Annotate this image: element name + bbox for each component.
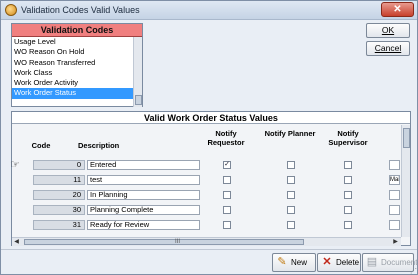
scroll-right-arrow-icon[interactable]: ▶ <box>391 238 400 246</box>
notify-supervisor-checkbox[interactable] <box>344 176 352 184</box>
list-item[interactable]: WO Reason On Hold <box>12 47 133 57</box>
delete-label: Delete <box>336 258 360 267</box>
cancel-label: Cancel <box>374 43 402 53</box>
extra-cell[interactable] <box>389 220 400 230</box>
new-label: New <box>291 258 308 267</box>
ok-button[interactable]: OK <box>366 23 410 38</box>
list-item[interactable]: Work Order Status <box>12 88 133 99</box>
table-row[interactable]: 31 Ready for Review <box>12 219 410 231</box>
scroll-thumb[interactable] <box>135 95 142 105</box>
code-cell: 11 <box>33 175 85 185</box>
description-cell[interactable]: Planning Complete <box>87 205 200 215</box>
list-item[interactable]: Usage Level <box>12 37 133 47</box>
resize-grip-icon[interactable]: ⋰ <box>410 267 417 275</box>
new-button[interactable]: ✎ New <box>272 253 316 272</box>
grid-horizontal-scrollbar[interactable]: ◀ III ▶ <box>12 237 401 246</box>
list-item[interactable]: Work Order Activity <box>12 78 133 88</box>
description-cell[interactable]: test <box>87 175 200 185</box>
column-header-code: Code <box>31 141 51 150</box>
window-title: Validation Codes Valid Values <box>21 5 140 15</box>
notify-planner-checkbox[interactable] <box>287 221 295 229</box>
extra-cell[interactable] <box>389 190 400 200</box>
close-button[interactable]: ✕ <box>381 2 414 17</box>
extra-cell[interactable]: Main <box>389 175 400 185</box>
valid-values-grid: Valid Work Order Status Values Code Desc… <box>10 111 411 246</box>
code-cell: 0 <box>33 160 85 170</box>
validation-codes-list[interactable]: Usage Level WO Reason On Hold WO Reason Tr… <box>12 37 133 107</box>
notify-planner-checkbox[interactable] <box>287 206 295 214</box>
ok-label: OK <box>381 25 395 35</box>
column-header-description: Description <box>78 141 120 150</box>
delete-button[interactable]: ✕ Delete <box>317 253 361 272</box>
grid-vertical-scrollbar[interactable] <box>401 125 410 237</box>
list-item[interactable]: Work Class <box>12 68 133 78</box>
notify-requestor-checkbox[interactable] <box>223 206 231 214</box>
validation-codes-scrollbar[interactable] <box>133 37 142 107</box>
notify-requestor-checkbox[interactable] <box>223 176 231 184</box>
validation-codes-panel: Validation Codes Usage Level WO Reason On… <box>11 23 143 107</box>
title-bar: Validation Codes Valid Values ✕ <box>1 1 417 20</box>
notify-planner-checkbox[interactable] <box>287 176 295 184</box>
column-header-notify-planner: Notify Planner <box>264 129 316 138</box>
validation-codes-header: Validation Codes <box>12 24 142 37</box>
code-cell: 20 <box>33 190 85 200</box>
new-record-icon: ✎ <box>277 256 287 268</box>
documents-button[interactable]: ▤ Documents <box>362 253 418 272</box>
notify-requestor-checkbox[interactable]: ✓ <box>223 161 231 169</box>
description-cell[interactable]: Ready for Review <box>87 220 200 230</box>
extra-cell[interactable] <box>389 205 400 215</box>
column-header-notify-supervisor: Notify Supervisor <box>328 129 368 147</box>
validation-codes-window: Validation Codes Valid Values ✕ Validati… <box>0 0 418 275</box>
document-icon: ▤ <box>366 256 378 268</box>
notify-requestor-checkbox[interactable] <box>223 191 231 199</box>
table-row[interactable]: 30 Planning Complete <box>12 204 410 216</box>
delete-x-icon: ✕ <box>322 256 332 268</box>
code-cell: 31 <box>33 220 85 230</box>
notify-supervisor-checkbox[interactable] <box>344 221 352 229</box>
table-row[interactable]: ☞ 0 Entered ✓ <box>10 159 410 171</box>
extra-cell[interactable] <box>389 160 400 170</box>
notify-planner-checkbox[interactable] <box>287 161 295 169</box>
notify-requestor-checkbox[interactable] <box>223 221 231 229</box>
list-item[interactable]: WO Reason Transferred <box>12 58 133 68</box>
scroll-grip: III <box>175 239 181 245</box>
notify-supervisor-checkbox[interactable] <box>344 191 352 199</box>
scroll-left-arrow-icon[interactable]: ◀ <box>12 238 21 246</box>
bottom-toolbar: ✎ New ✕ Delete ▤ Documents <box>1 249 418 274</box>
horizontal-scroll-thumb[interactable]: III <box>24 239 304 245</box>
notify-supervisor-checkbox[interactable] <box>344 206 352 214</box>
vertical-scroll-thumb[interactable] <box>403 128 410 148</box>
column-header-notify-requestor: Notify Requestor <box>207 129 245 147</box>
app-icon <box>5 4 17 16</box>
cancel-button[interactable]: Cancel <box>366 41 410 56</box>
grid-title: Valid Work Order Status Values <box>12 112 410 124</box>
description-cell[interactable]: Entered <box>87 160 200 170</box>
notify-planner-checkbox[interactable] <box>287 191 295 199</box>
code-cell: 30 <box>33 205 85 215</box>
table-row[interactable]: 20 In Planning <box>12 189 410 201</box>
row-pointer-icon: ☞ <box>10 159 20 171</box>
table-row[interactable]: 11test Main <box>12 174 410 186</box>
description-cell[interactable]: In Planning <box>87 190 200 200</box>
notify-supervisor-checkbox[interactable] <box>344 161 352 169</box>
